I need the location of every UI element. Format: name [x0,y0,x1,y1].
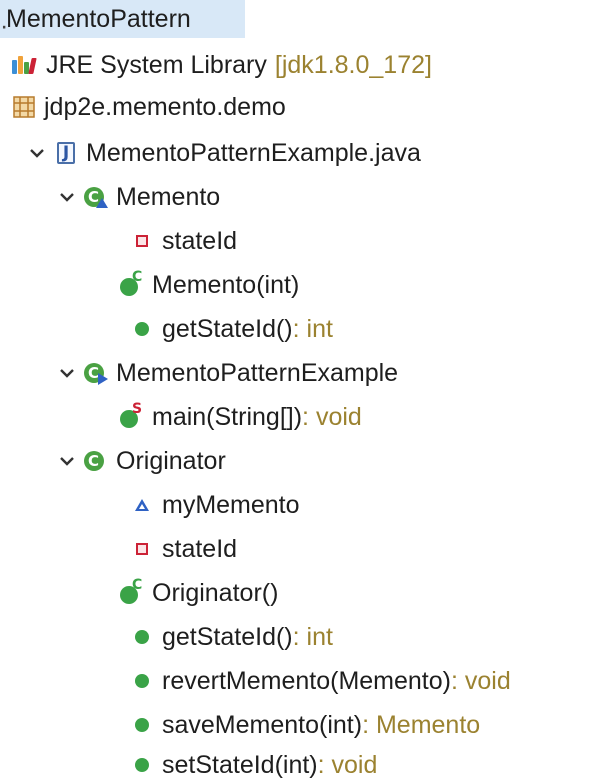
method-label: main(String[]) [152,402,303,431]
return-type: : void [317,750,378,779]
tree-item-field[interactable]: stateId [130,222,237,260]
java-file-label: MementoPatternExample.java [86,138,421,167]
tree-item-java-file[interactable]: J MementoPatternExample.java [28,134,421,172]
java-file-icon: J [54,141,78,165]
public-method-icon [130,317,154,341]
tree-item-class-example[interactable]: C MementoPatternExample [58,354,398,392]
constructor-icon: C [120,577,144,605]
private-field-icon [130,537,154,561]
public-method-icon [130,625,154,649]
project-label: MementoPattern [6,4,191,33]
tree-item-method[interactable]: saveMemento(int) : Memento [130,706,480,744]
tree-item-field[interactable]: myMemento [130,486,300,524]
tree-item-method[interactable]: revertMemento(Memento) : void [130,662,511,700]
tree-item-class-memento[interactable]: C Memento [58,178,220,216]
tree-item-class-originator[interactable]: C Originator [58,442,226,480]
tree-item-package[interactable]: jdp2e.memento.demo [12,88,286,126]
package-label: jdp2e.memento.demo [44,92,286,121]
public-method-icon [130,713,154,737]
tree-item-project[interactable]: · MementoPattern [0,0,245,40]
tree-item-constructor[interactable]: C Originator() [120,574,278,612]
tree-item-method[interactable]: setStateId(int) : void [130,746,377,784]
chevron-down-icon[interactable] [28,141,46,165]
chevron-down-icon[interactable] [58,361,76,385]
package-field-icon [130,493,154,517]
public-method-icon [130,753,154,777]
method-label: revertMemento(Memento) [162,666,451,695]
field-label: stateId [162,226,238,255]
class-label: Originator [116,446,226,475]
tree-item-field[interactable]: stateId [130,530,237,568]
tree-item-method[interactable]: getStateId() : int [130,618,333,656]
constructor-label: Memento(int) [152,270,300,299]
class-icon: C [84,361,108,385]
package-icon [12,95,36,119]
tree-item-method[interactable]: S main(String[]) : void [120,398,362,436]
library-icon [12,54,38,76]
tree-item-method[interactable]: getStateId() : int [130,310,333,348]
constructor-label: Originator() [152,578,279,607]
jre-library-label: JRE System Library [46,50,267,79]
chevron-down-icon[interactable] [58,449,76,473]
private-field-icon [130,229,154,253]
method-label: getStateId() [162,314,293,343]
constructor-icon: C [120,269,144,297]
return-type: : Memento [362,710,481,739]
field-label: myMemento [162,490,300,519]
return-type: : int [292,622,333,651]
return-type: : int [292,314,333,343]
return-type: : void [450,666,511,695]
field-label: stateId [162,534,238,563]
class-label: Memento [116,182,221,211]
method-label: setStateId(int) [162,750,318,779]
class-icon: C [84,185,108,209]
method-label: saveMemento(int) [162,710,363,739]
method-label: getStateId() [162,622,293,651]
expand-icon[interactable]: · [0,12,8,40]
package-explorer-tree: · MementoPattern JRE System Library [jdk… [0,0,602,784]
jre-version-label: [jdk1.8.0_172] [274,50,432,79]
chevron-down-icon[interactable] [58,185,76,209]
tree-item-constructor[interactable]: C Memento(int) [120,266,299,304]
static-method-icon: S [120,401,144,429]
class-icon: C [84,449,108,473]
public-method-icon [130,669,154,693]
return-type: : void [302,402,362,431]
class-label: MementoPatternExample [116,358,399,387]
tree-item-jre-library[interactable]: JRE System Library [jdk1.8.0_172] [12,46,432,84]
